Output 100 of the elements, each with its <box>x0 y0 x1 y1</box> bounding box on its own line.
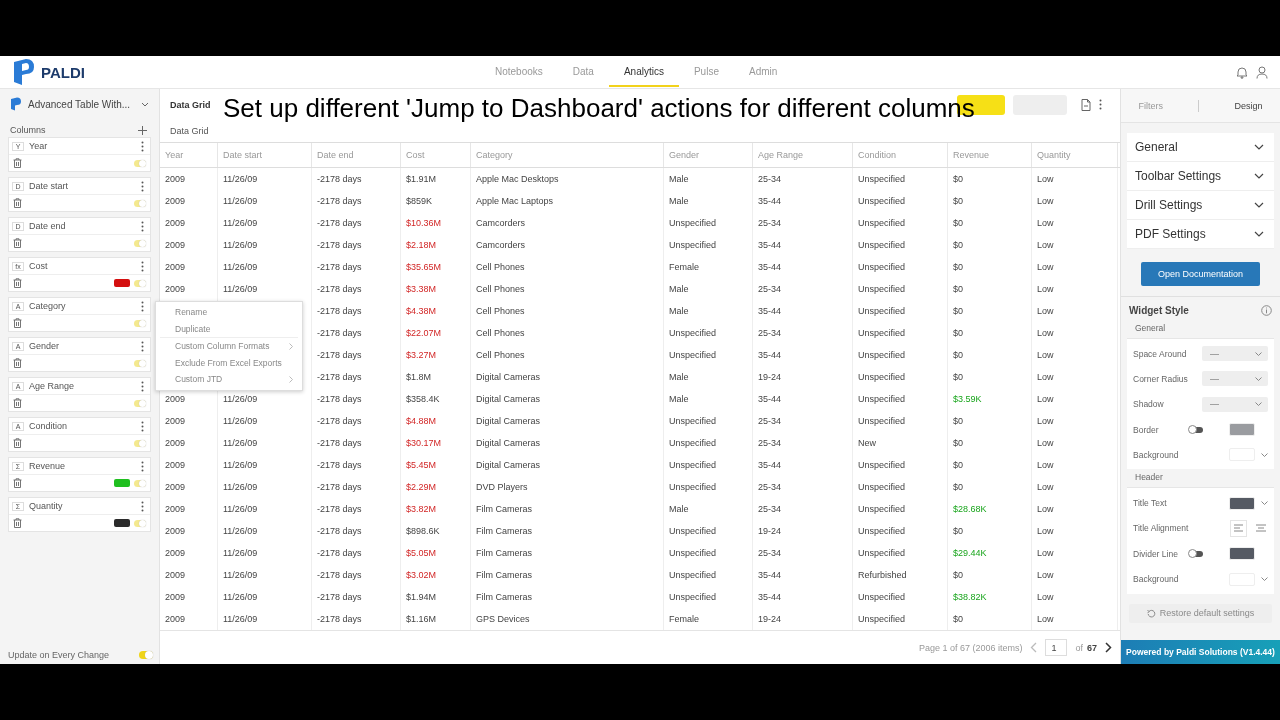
kebab-icon[interactable] <box>141 260 144 272</box>
accordion-item[interactable]: PDF Settings <box>1127 220 1274 249</box>
next-page-icon[interactable] <box>1105 642 1112 653</box>
column-header[interactable]: Revenue <box>948 143 1032 167</box>
column-name: Category <box>29 301 67 311</box>
add-icon[interactable] <box>138 125 147 135</box>
accordion-item[interactable]: Toolbar Settings <box>1127 162 1274 191</box>
version-footer: Powered by Paldi Solutions (V1.4.44) <box>1121 640 1280 664</box>
trash-icon[interactable] <box>13 478 22 488</box>
nav-tab[interactable]: Pulse <box>678 57 734 87</box>
table-cell: -2178 days <box>312 234 401 256</box>
table-cell: Male <box>664 300 753 322</box>
table-cell: Unspecified <box>853 608 948 630</box>
dropdown[interactable]: — <box>1202 371 1268 387</box>
column-header[interactable]: Date end <box>312 143 401 167</box>
user-icon[interactable] <box>1256 65 1268 79</box>
chevron-icon[interactable] <box>141 101 149 107</box>
kebab-icon[interactable] <box>141 460 144 472</box>
table-cell: $29.44K <box>948 542 1032 564</box>
table-cell: Unspecified <box>853 542 948 564</box>
trash-icon[interactable] <box>13 518 22 528</box>
kebab-icon[interactable] <box>141 340 144 352</box>
accordion-item[interactable]: General <box>1127 133 1274 162</box>
kebab-icon[interactable] <box>141 220 144 232</box>
column-header[interactable]: Category <box>471 143 664 167</box>
table-cell: Low <box>1032 454 1118 476</box>
setting-label: Corner Radius <box>1133 373 1188 384</box>
kebab-icon[interactable] <box>141 380 144 392</box>
menu-item[interactable]: Custom JTD <box>156 371 302 388</box>
chevron-icon[interactable] <box>1261 452 1268 457</box>
trash-icon[interactable] <box>13 358 22 368</box>
trash-icon[interactable] <box>13 398 22 408</box>
color-swatch[interactable] <box>1229 547 1255 561</box>
document-icon[interactable] <box>1081 98 1091 111</box>
color-swatch[interactable] <box>114 279 130 287</box>
column-header[interactable]: Gender <box>664 143 753 167</box>
toggle-switch[interactable] <box>1189 550 1203 557</box>
info-icon[interactable] <box>1261 305 1272 316</box>
dropdown[interactable]: — <box>1202 396 1268 412</box>
dropdown[interactable]: — <box>1202 346 1268 362</box>
setting-label: Background <box>1133 449 1180 460</box>
widget-selector[interactable]: Advanced Table With... <box>0 89 159 119</box>
nav-tab[interactable]: Notebooks <box>480 57 558 87</box>
trash-icon[interactable] <box>13 158 22 168</box>
menu-item[interactable]: Duplicate <box>156 320 302 337</box>
trash-icon[interactable] <box>13 438 22 448</box>
table-cell: 11/26/09 <box>218 190 312 212</box>
toggle-switch[interactable] <box>134 519 146 527</box>
menu-item[interactable]: Rename <box>156 304 302 321</box>
kebab-icon[interactable] <box>141 420 144 432</box>
nav-tab[interactable]: Admin <box>733 57 793 87</box>
table-cell: -2178 days <box>312 278 401 300</box>
column-header[interactable]: Quantity <box>1032 143 1118 167</box>
toggle-switch[interactable] <box>134 159 146 167</box>
kebab-icon[interactable] <box>1099 99 1102 110</box>
kebab-icon[interactable] <box>141 500 144 512</box>
panel-tab[interactable]: Design <box>1234 100 1263 111</box>
nav-tab[interactable]: Analytics <box>608 57 679 87</box>
accordion-item[interactable]: Drill Settings <box>1127 191 1274 220</box>
toggle-switch[interactable] <box>134 399 146 407</box>
trash-icon[interactable] <box>13 198 22 208</box>
menu-item[interactable]: Exclude From Excel Exports <box>156 354 302 371</box>
menu-item[interactable]: Custom Column Formats <box>156 338 302 355</box>
column-header[interactable]: Cost <box>401 143 471 167</box>
open-documentation-button[interactable]: Open Documentation <box>1141 262 1260 286</box>
chevron-icon[interactable] <box>1261 501 1268 506</box>
trash-icon[interactable] <box>13 278 22 288</box>
widget-title: Data Grid <box>170 99 211 110</box>
toggle-switch[interactable] <box>134 239 146 247</box>
page-input[interactable]: 1 <box>1045 639 1068 656</box>
kebab-icon[interactable] <box>141 180 144 192</box>
table-cell: Refurbished <box>853 564 948 586</box>
color-swatch[interactable] <box>114 519 130 527</box>
setting-label: Space Around <box>1133 348 1187 359</box>
toggle-switch[interactable] <box>134 359 146 367</box>
color-swatch[interactable] <box>114 479 130 487</box>
column-header[interactable]: Condition <box>853 143 948 167</box>
column-header[interactable]: Age Range <box>753 143 853 167</box>
kebab-icon[interactable] <box>141 300 144 312</box>
column-header[interactable]: Year <box>160 143 218 167</box>
trash-icon[interactable] <box>13 318 22 328</box>
color-swatch[interactable] <box>1229 423 1255 437</box>
table-cell: Unspecified <box>853 190 948 212</box>
toggle-switch[interactable] <box>134 279 146 287</box>
kebab-icon[interactable] <box>141 140 144 152</box>
bell-icon[interactable] <box>1236 65 1248 79</box>
toggle-switch[interactable] <box>134 319 146 327</box>
panel-tab[interactable]: Filters <box>1138 100 1164 111</box>
toggle-switch[interactable] <box>1189 426 1203 433</box>
trash-icon[interactable] <box>13 238 22 248</box>
toggle-switch[interactable] <box>139 651 153 659</box>
table-cell: $0 <box>948 256 1032 278</box>
column-name: Cost <box>29 261 49 271</box>
toggle-switch[interactable] <box>134 439 146 447</box>
toggle-switch[interactable] <box>134 479 146 487</box>
color-swatch[interactable] <box>1229 496 1255 510</box>
nav-tab[interactable]: Data <box>557 57 609 87</box>
toggle-switch[interactable] <box>134 199 146 207</box>
chevron-icon[interactable] <box>1261 577 1268 581</box>
column-header[interactable]: Date start <box>218 143 312 167</box>
